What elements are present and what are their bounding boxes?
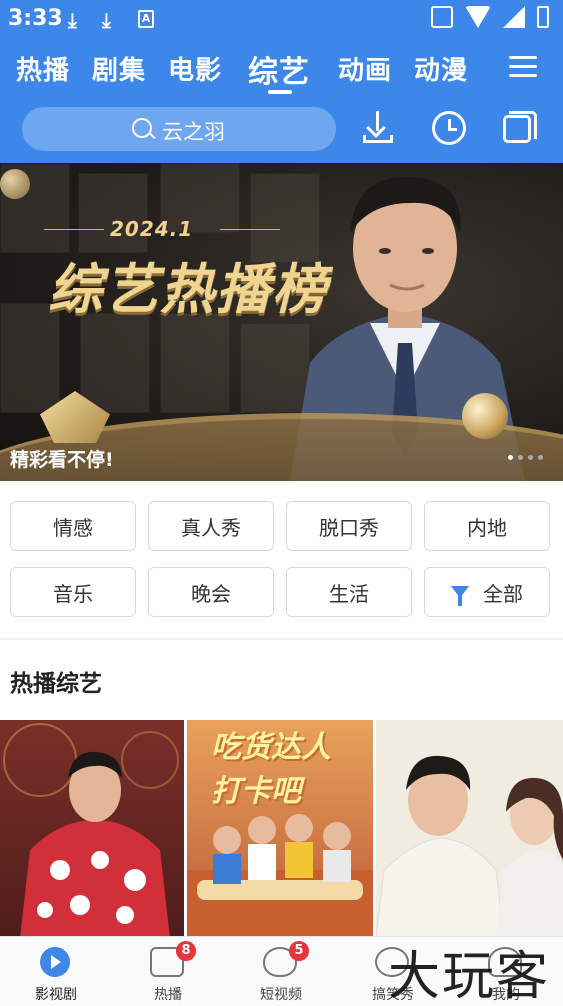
date-line-left [44,229,104,230]
menu-icon[interactable] [509,56,537,78]
thumbnail-image [3,723,179,938]
screen-cast-icon[interactable] [503,111,537,145]
category-talk-show[interactable]: 脱口秀 [286,501,412,551]
status-bar: 3:33 ⤓ ⤓ A [0,0,563,38]
app-screen: 3:33 ⤓ ⤓ A 热播 剧集 电影 综艺 动画 动漫 云之羽 2024.1 … [0,0,563,1006]
nav-mine[interactable]: 我的 [450,937,562,1006]
play-icon [40,947,70,977]
banner-caption: 精彩看不停! [10,449,114,471]
status-right-icons [431,6,549,28]
filter-icon [451,586,469,606]
status-time: 3:33 [8,6,63,31]
nav-comedy[interactable]: 搞笑秀 [337,937,449,1006]
download-notification-icon-2: ⤓ [102,8,111,32]
download-notification-icon: ⤓ [68,8,77,32]
category-music[interactable]: 音乐 [10,567,136,617]
user-icon [488,947,522,977]
variety-show-thumbnail-1[interactable] [0,720,184,938]
banner-date: 2024.1 [110,217,194,241]
nav-short-video[interactable]: 5 短视频 [225,937,337,1006]
nav-movies-tv[interactable]: 影视剧 [0,937,112,1006]
category-label: 生活 [329,581,369,606]
carousel-dot [538,455,543,460]
carousel-dots [508,455,543,460]
variety-show-thumbnail-3[interactable] [376,720,563,938]
section-title: 热播综艺 [10,671,102,697]
tab-anime[interactable]: 动漫 [414,50,468,87]
nav-label: 短视频 [260,987,302,1003]
category-lifestyle[interactable]: 生活 [286,567,412,617]
download-icon[interactable] [361,111,395,145]
nav-hot[interactable]: 8 热播 [112,937,224,1006]
smile-icon [375,947,409,977]
nav-label: 影视剧 [35,987,77,1003]
signal-icon [503,6,525,28]
section-divider [0,638,563,640]
battery-icon [537,6,549,28]
gold-ball-decoration [462,393,508,439]
category-label: 真人秀 [181,515,241,540]
carousel-dot [518,455,523,460]
promo-banner[interactable]: 2024.1 综艺热播榜 精彩看不停! [0,163,563,481]
nav-label: 搞笑秀 [372,987,414,1003]
category-label: 音乐 [53,581,93,606]
category-label: 全部 [483,581,523,606]
category-label: 内地 [467,515,507,540]
thumbnail-image [187,814,373,938]
bottom-navigation: 影视剧 8 热播 5 短视频 搞笑秀 我的 [0,936,563,1006]
tab-hot[interactable]: 热播 [16,50,70,87]
category-label: 情感 [53,515,93,540]
search-input[interactable]: 云之羽 [22,107,336,151]
tab-variety[interactable]: 综艺 [248,47,310,91]
carousel-dot [528,455,533,460]
gold-sphere-decoration [0,169,30,199]
category-mainland[interactable]: 内地 [424,501,550,551]
active-tab-indicator [268,90,292,94]
history-icon[interactable] [432,111,466,145]
carousel-dot-active [508,455,513,460]
nav-label: 热播 [154,987,182,1003]
vibrate-icon [431,6,453,28]
thumbnail-image [376,720,563,938]
tab-animation[interactable]: 动画 [338,50,392,87]
category-all[interactable]: 全部 [424,567,550,617]
top-header: 3:33 ⤓ ⤓ A 热播 剧集 电影 综艺 动画 动漫 云之羽 [0,0,563,163]
category-tabs: 热播 剧集 电影 综艺 动画 动漫 [0,44,563,96]
notification-badge: 8 [176,941,196,961]
category-emotion[interactable]: 情感 [10,501,136,551]
wifi-icon [465,6,491,28]
tab-movies[interactable]: 电影 [168,50,222,87]
search-text: 云之羽 [162,120,225,144]
app-notification-icon: A [138,10,154,28]
category-label: 晚会 [191,581,231,606]
notification-badge: 5 [289,941,309,961]
tab-series[interactable]: 剧集 [92,50,146,87]
search-icon [132,118,152,138]
nav-label: 我的 [492,987,520,1003]
category-label: 脱口秀 [319,515,379,540]
category-gala[interactable]: 晚会 [148,567,274,617]
category-reality-show[interactable]: 真人秀 [148,501,274,551]
variety-show-thumbnail-2[interactable]: 吃货达人打卡吧 [187,720,373,938]
